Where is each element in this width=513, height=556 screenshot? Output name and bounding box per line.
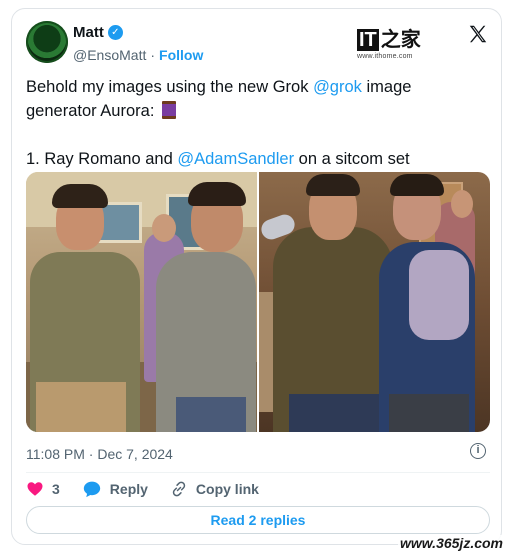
author-handle[interactable]: @EnsoMatt: [73, 47, 146, 63]
tweet-image-2[interactable]: [259, 172, 490, 432]
link-icon: [172, 481, 186, 497]
like-button[interactable]: 3: [26, 480, 60, 498]
tweet-text-line1-pre: Behold my images using the new Grok: [26, 78, 314, 96]
tweet-time: 11:08 PM: [26, 446, 85, 462]
ithome-url: www.ithome.com: [357, 53, 413, 60]
tweet-image-1[interactable]: [26, 172, 257, 432]
tweet-text-line2-pre: 1. Ray Romano and: [26, 150, 178, 168]
author-name[interactable]: Matt: [73, 24, 104, 41]
reply-bubble-icon: [83, 481, 100, 498]
x-logo-icon[interactable]: [467, 23, 489, 45]
action-bar: 3 Reply Copy link: [26, 480, 281, 498]
copy-link-label: Copy link: [195, 481, 259, 497]
author-name-row: Matt ✓: [73, 24, 123, 41]
like-count: 3: [52, 481, 60, 497]
tweet-text: Behold my images using the new Grok @gro…: [26, 75, 486, 171]
reply-label: Reply: [109, 481, 148, 497]
ithome-logo-chinese: 之家: [380, 29, 421, 51]
follow-button[interactable]: Follow: [159, 47, 203, 63]
ithome-logo-latin: IT: [357, 29, 379, 51]
read-replies-button[interactable]: Read 2 replies: [26, 506, 490, 534]
reply-button[interactable]: Reply: [82, 480, 148, 498]
author-handle-row: @EnsoMatt · Follow: [73, 47, 203, 63]
info-icon[interactable]: i: [470, 443, 486, 459]
watermark: www.365jz.com: [398, 535, 505, 551]
divider: [26, 472, 490, 473]
tweet-card: Matt ✓ @EnsoMatt · Follow IT 之家 www.ithom…: [11, 8, 502, 545]
mention-grok-link[interactable]: @grok: [313, 78, 362, 96]
spool-emoji-icon: [162, 101, 176, 119]
avatar[interactable]: [26, 21, 68, 63]
timestamp-separator: ·: [88, 446, 94, 462]
tweet-images: [26, 172, 490, 432]
handle-separator: ·: [150, 47, 156, 63]
copy-link-button[interactable]: Copy link: [170, 480, 259, 498]
tweet-text-line2-post: on a sitcom set: [294, 150, 410, 168]
heart-icon: [27, 482, 43, 496]
mention-adamsandler-link[interactable]: @AdamSandler: [177, 150, 294, 168]
ithome-logo: IT 之家 www.ithome.com: [357, 23, 421, 60]
tweet-date: Dec 7, 2024: [97, 446, 173, 462]
verified-badge-icon: ✓: [107, 25, 123, 40]
tweet-timestamp[interactable]: 11:08 PM · Dec 7, 2024: [26, 446, 173, 462]
